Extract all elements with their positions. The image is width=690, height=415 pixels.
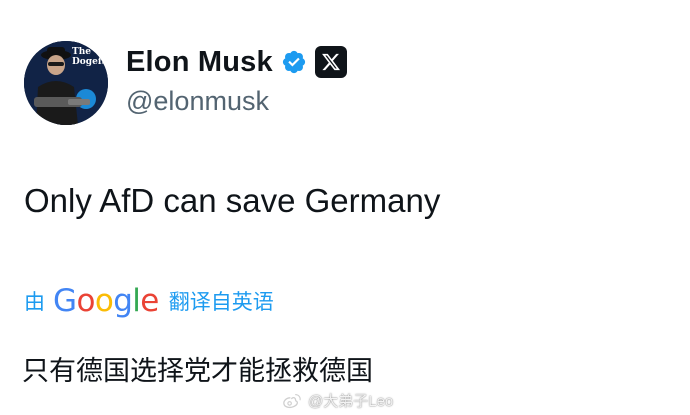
translate-by-label: 由 <box>24 291 45 314</box>
display-name[interactable]: Elon Musk <box>126 42 273 82</box>
translate-button[interactable]: 由 Google 翻译自英语 <box>24 284 274 318</box>
user-handle[interactable]: @elonmusk <box>126 84 269 118</box>
weibo-icon <box>282 393 302 409</box>
translated-text: 只有德国选择党才能拯救德国 <box>22 356 373 386</box>
avatar[interactable]: The Dogefather <box>24 41 108 125</box>
translate-action-label: 翻译自英语 <box>168 291 274 314</box>
avatar-text: The Dogefather <box>72 47 108 67</box>
x-logo-icon <box>314 46 347 78</box>
watermark-text: @大弟子Leo <box>308 393 394 410</box>
watermark: @大弟子Leo <box>282 390 393 411</box>
google-logo: Google <box>53 283 159 319</box>
display-name-row: Elon Musk <box>126 42 347 82</box>
verified-badge-icon <box>281 49 307 75</box>
tweet-text: Only AfD can save Germany <box>24 182 441 219</box>
